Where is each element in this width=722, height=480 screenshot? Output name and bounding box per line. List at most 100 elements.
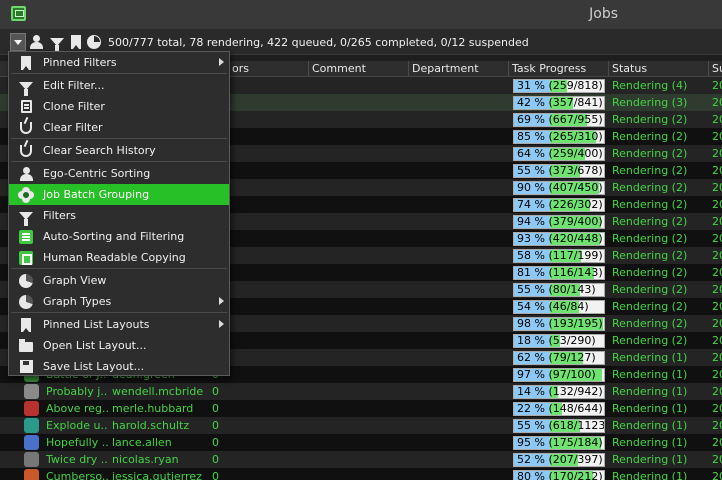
ego-sort-button[interactable] xyxy=(28,33,45,51)
task-progress-bar: 55 % (80/143) xyxy=(513,283,605,297)
job-submitted: 20 xyxy=(712,351,722,364)
job-status: Rendering (2) xyxy=(612,283,688,296)
menu-item-save-list-layout[interactable]: Save List Layout... xyxy=(9,356,229,377)
table-row[interactable]: Explode u... harold.schultz 0 55 % (618/112… xyxy=(0,417,722,434)
table-row[interactable]: Probably j... wendell.mcbride 0 14 % (132/9… xyxy=(0,383,722,400)
job-submitted: 20 xyxy=(712,198,722,211)
menu-item-clear-search-history[interactable]: Clear Search History xyxy=(9,140,229,161)
menu-item-graph-types[interactable]: Graph Types xyxy=(9,291,229,312)
progress-text: 54 % (46/84) xyxy=(517,300,589,313)
job-status: Rendering (2) xyxy=(612,334,688,347)
column-header[interactable]: Task Progress xyxy=(508,61,608,77)
progress-text: 14 % (132/942) xyxy=(517,385,603,398)
column-header[interactable]: Su xyxy=(708,61,722,77)
folder-icon xyxy=(18,338,34,354)
title-bar: Jobs xyxy=(0,0,722,30)
task-progress-bar: 74 % (226/302) xyxy=(513,198,605,212)
table-row[interactable]: Twice dry ... nicolas.ryan 0 52 % (207/397)… xyxy=(0,451,722,468)
graph-icon xyxy=(18,294,34,310)
job-errors: 0 xyxy=(212,419,219,432)
progress-text: 31 % (259/818) xyxy=(517,79,603,92)
task-progress-bar: 95 % (175/184) xyxy=(513,436,605,450)
pinned-button[interactable] xyxy=(67,33,84,51)
menu-separator xyxy=(11,161,227,162)
menu-item-graph-view[interactable]: Graph View xyxy=(9,270,229,291)
table-row[interactable]: Hopefully ... lance.allen 0 95 % (175/184) R… xyxy=(0,434,722,451)
progress-text: 97 % (97/100) xyxy=(517,368,596,381)
funnel-icon xyxy=(49,38,64,52)
job-status: Rendering (2) xyxy=(612,181,688,194)
job-submitted: 20 xyxy=(712,470,722,480)
job-user: jessica.gutierrez xyxy=(112,470,202,480)
menu-item-pinned-list-layouts[interactable]: Pinned List Layouts xyxy=(9,314,229,335)
menu-dropdown-button[interactable] xyxy=(10,33,26,51)
graph-button[interactable] xyxy=(85,33,102,51)
progress-text: 74 % (226/302) xyxy=(517,198,603,211)
table-row[interactable]: Cumberso... jessica.gutierrez 0 80 % (170/2… xyxy=(0,468,722,480)
job-status: Rendering (2) xyxy=(612,317,688,330)
menu-item-label: Graph Types xyxy=(43,295,112,308)
menu-item-filters[interactable]: Filters xyxy=(9,205,229,226)
column-header[interactable]: Comment xyxy=(308,61,408,77)
toolbar-dropdown-menu: Pinned Filters Edit Filter... Clone Filter… xyxy=(8,51,230,376)
menu-item-job-batch-grouping[interactable]: Job Batch Grouping xyxy=(9,184,229,205)
task-progress-bar: 55 % (373/678) xyxy=(513,164,605,178)
job-errors: 0 xyxy=(212,453,219,466)
table-row[interactable]: Above reg... merle.hubbard 0 22 % (148/644)… xyxy=(0,400,722,417)
job-submitted: 20 xyxy=(712,164,722,177)
job-submitted: 20 xyxy=(712,113,722,126)
task-progress-bar: 18 % (53/290) xyxy=(513,334,605,348)
job-thumbnail-icon xyxy=(24,452,39,467)
sort-list-icon xyxy=(18,229,34,245)
job-submitted: 20 xyxy=(712,249,722,262)
menu-item-edit-filter[interactable]: Edit Filter... xyxy=(9,75,229,96)
menu-item-clone-filter[interactable]: Clone Filter xyxy=(9,96,229,117)
progress-text: 95 % (175/184) xyxy=(517,436,603,449)
job-submitted: 20 xyxy=(712,147,722,160)
menu-separator xyxy=(11,138,227,139)
menu-item-ego-centric-sorting[interactable]: Ego-Centric Sorting xyxy=(9,163,229,184)
menu-item-human-readable-copying[interactable]: Human Readable Copying xyxy=(9,247,229,268)
job-name: Explode u... xyxy=(46,419,108,432)
job-submitted: 20 xyxy=(712,181,722,194)
job-submitted: 20 xyxy=(712,436,722,449)
menu-item-open-list-layout[interactable]: Open List Layout... xyxy=(9,335,229,356)
task-progress-bar: 55 % (618/1123) xyxy=(513,419,605,433)
filter-button[interactable] xyxy=(48,33,65,52)
job-errors: 0 xyxy=(212,436,219,449)
task-progress-bar: 52 % (207/397) xyxy=(513,453,605,467)
job-thumbnail-icon xyxy=(24,469,39,480)
menu-item-pinned-filters[interactable]: Pinned Filters xyxy=(9,52,229,73)
menu-item-clear-filter[interactable]: Clear Filter xyxy=(9,117,229,138)
menu-item-auto-sorting-and-filtering[interactable]: Auto-Sorting and Filtering xyxy=(9,226,229,247)
column-header[interactable]: Status xyxy=(608,61,708,77)
job-submitted: 20 xyxy=(712,385,722,398)
progress-text: 98 % (193/195) xyxy=(517,317,603,330)
job-status: Rendering (4) xyxy=(612,79,688,92)
job-user: lance.allen xyxy=(112,436,172,449)
job-thumbnail-icon xyxy=(24,384,39,399)
progress-text: 80 % (170/212) xyxy=(517,470,603,480)
task-progress-bar: 81 % (116/143) xyxy=(513,266,605,280)
task-progress-bar: 93 % (420/448) xyxy=(513,232,605,246)
progress-text: 85 % (265/310) xyxy=(517,130,603,143)
bookmark-icon xyxy=(18,317,34,333)
funnel-icon xyxy=(18,208,34,226)
bookmark-icon xyxy=(18,55,34,71)
task-progress-bar: 69 % (667/955) xyxy=(513,113,605,127)
job-submitted: 20 xyxy=(712,317,722,330)
progress-text: 94 % (379/400) xyxy=(517,215,603,228)
job-status: Rendering (2) xyxy=(612,164,688,177)
column-header[interactable]: Department xyxy=(408,61,508,77)
job-status: Rendering (1) xyxy=(612,402,688,415)
job-name: Twice dry ... xyxy=(46,453,108,466)
job-user: wendell.mcbride xyxy=(112,385,204,398)
job-thumbnail-icon xyxy=(24,418,39,433)
job-submitted: 20 xyxy=(712,334,722,347)
menu-item-label: Filters xyxy=(43,209,76,222)
job-status: Rendering (2) xyxy=(612,232,688,245)
funnel-icon xyxy=(18,78,34,96)
column-header[interactable]: ors xyxy=(228,61,308,77)
progress-text: 52 % (207/397) xyxy=(517,453,603,466)
menu-item-label: Save List Layout... xyxy=(43,360,145,373)
